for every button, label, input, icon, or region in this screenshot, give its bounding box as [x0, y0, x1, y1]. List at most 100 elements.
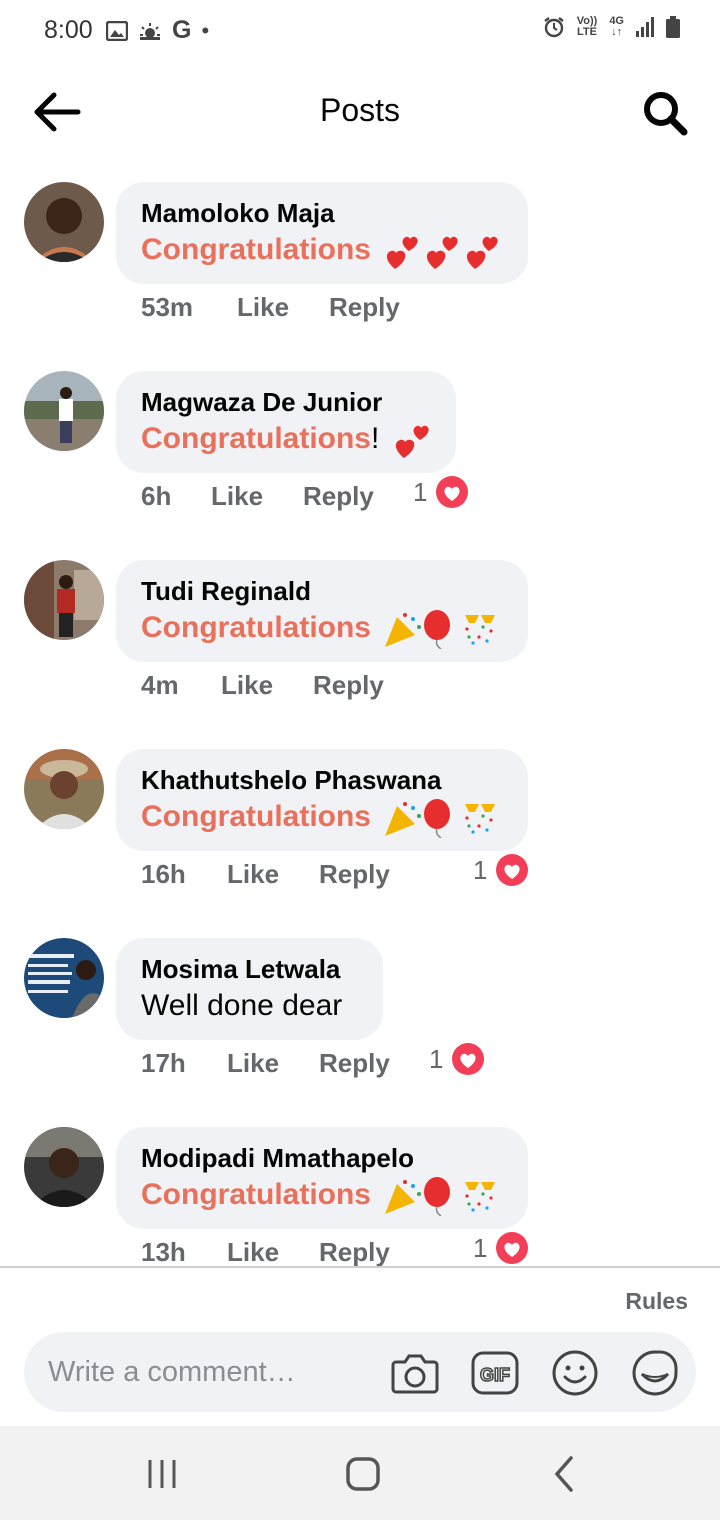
reaction-count-value: 1 [413, 476, 428, 507]
rules-link[interactable]: Rules [625, 1288, 688, 1315]
comment-text-line: Congratulations! [141, 419, 432, 460]
back-nav-icon[interactable] [545, 1454, 585, 1494]
comment-text: Well done dear [141, 989, 343, 1022]
comment-time: 16h [141, 859, 186, 889]
volte-icon: Vo)) LTE [576, 15, 598, 38]
status-left-icons: G • [106, 16, 209, 45]
emoji-icon[interactable] [550, 1348, 600, 1398]
love-reaction-icon [436, 476, 469, 508]
avatar[interactable] [24, 560, 104, 640]
comment-bubble: Magwaza De Junior Congratulations! [116, 371, 456, 473]
reaction-count[interactable]: 1 [429, 1042, 485, 1076]
commenter-name[interactable]: Khathutshelo Phaswana [141, 763, 504, 797]
recent-apps-icon[interactable] [142, 1454, 182, 1494]
reaction-count-value: 1 [473, 1232, 488, 1263]
alarm-icon [544, 17, 564, 38]
heart-emoji-icon [395, 425, 429, 459]
status-right-icons: Vo)) LTE 4G ↓↑ [543, 16, 680, 38]
app-header: Posts [0, 62, 720, 162]
comment-composer: GIF [24, 1332, 696, 1412]
like-button[interactable]: Like [211, 481, 263, 512]
reply-button[interactable]: Reply [319, 1048, 390, 1079]
reaction-count[interactable]: 1 [473, 853, 529, 887]
comment-time: 6h [141, 481, 172, 511]
comment-text-line: Congratulations [141, 1175, 504, 1217]
love-reaction-icon [496, 1232, 529, 1264]
composer-area: Rules GIF [0, 1266, 720, 1426]
reaction-count-value: 1 [429, 1043, 444, 1074]
comments-list: Mamoloko Maja Congratulations 53m Like R… [0, 176, 720, 1266]
avatar[interactable] [24, 749, 104, 829]
comment-item: Mamoloko Maja Congratulations 53m Like R… [0, 176, 720, 365]
comment-text-line: Congratulations [141, 797, 504, 839]
like-button[interactable]: Like [227, 1048, 279, 1079]
status-bar: 8:00 G • Vo)) LTE 4G ↓↑ [0, 0, 720, 62]
page-title: Posts [319, 92, 401, 128]
like-button[interactable]: Like [221, 670, 273, 701]
battery-icon [666, 16, 680, 38]
comment-bubble: Mamoloko Maja Congratulations [116, 182, 528, 284]
comment-time: 13h [141, 1237, 186, 1266]
like-button[interactable]: Like [237, 292, 289, 323]
avatar[interactable] [24, 1127, 104, 1207]
comment-item: Modipadi Mmathapelo Congratulations 13h … [0, 1121, 720, 1266]
gif-icon[interactable]: GIF [470, 1348, 520, 1398]
comment-text: Congratulations [141, 611, 371, 644]
weather-icon [140, 22, 160, 40]
notification-dot-icon: • [201, 17, 210, 43]
comment-text-line: Congratulations [141, 608, 504, 650]
comment-text: Congratulations [141, 233, 371, 266]
commenter-name[interactable]: Mosima Letwala [141, 952, 359, 986]
like-button[interactable]: Like [227, 1237, 279, 1266]
comment-input[interactable] [48, 1332, 388, 1412]
reply-button[interactable]: Reply [303, 481, 374, 512]
image-icon [106, 20, 128, 41]
4g-icon: 4G ↓↑ [609, 15, 624, 38]
comment-bubble: Tudi Reginald Congratulations [116, 560, 528, 662]
reaction-count-value: 1 [473, 854, 488, 885]
commenter-name[interactable]: Mamoloko Maja [141, 196, 504, 230]
comment-time: 53m [141, 292, 194, 322]
reaction-count[interactable]: 1 [413, 475, 469, 509]
love-reaction-icon [496, 854, 529, 886]
comment-item: Magwaza De Junior Congratulations! 6h Li… [0, 365, 720, 554]
reply-button[interactable]: Reply [313, 670, 384, 701]
google-icon: G [172, 16, 192, 44]
comment-time: 4m [141, 670, 179, 700]
commenter-name[interactable]: Tudi Reginald [141, 574, 504, 608]
gif-label: GIF [480, 1365, 510, 1385]
comment-item: Mosima Letwala Well done dear 17h Like R… [0, 932, 720, 1121]
comment-item: Tudi Reginald Congratulations 4m Like Re… [0, 554, 720, 743]
comment-bubble: Modipadi Mmathapelo Congratulations [116, 1127, 528, 1229]
network-label: 4G [609, 15, 624, 27]
comment-bubble: Khathutshelo Phaswana Congratulations [116, 749, 528, 851]
love-reaction-icon [452, 1043, 485, 1075]
party-emoji-icon [385, 610, 496, 650]
reply-button[interactable]: Reply [329, 292, 400, 323]
comment-text-line: Congratulations [141, 230, 504, 271]
comment-text: Congratulations [141, 1178, 371, 1211]
avatar[interactable] [24, 371, 104, 451]
sticker-icon[interactable] [630, 1348, 680, 1398]
commenter-name[interactable]: Modipadi Mmathapelo [141, 1141, 504, 1175]
reply-button[interactable]: Reply [319, 1237, 390, 1266]
avatar[interactable] [24, 938, 104, 1018]
camera-icon[interactable] [390, 1348, 440, 1398]
commenter-name[interactable]: Magwaza De Junior [141, 385, 432, 419]
reaction-count[interactable]: 1 [473, 1231, 529, 1265]
like-button[interactable]: Like [227, 859, 279, 890]
signal-icon [636, 17, 654, 37]
search-icon[interactable] [642, 90, 688, 136]
comment-time: 17h [141, 1048, 186, 1078]
comment-item: Khathutshelo Phaswana Congratulations 16… [0, 743, 720, 932]
home-icon[interactable] [343, 1454, 383, 1494]
party-emoji-icon [385, 799, 496, 839]
party-emoji-icon [385, 1177, 496, 1217]
hearts-emoji-icon [387, 236, 499, 270]
reply-button[interactable]: Reply [319, 859, 390, 890]
avatar[interactable] [24, 182, 104, 262]
comment-text-suffix: ! [371, 422, 380, 455]
system-nav-bar [0, 1426, 720, 1520]
comment-text: Congratulations [141, 422, 371, 455]
status-time: 8:00 [44, 16, 93, 44]
